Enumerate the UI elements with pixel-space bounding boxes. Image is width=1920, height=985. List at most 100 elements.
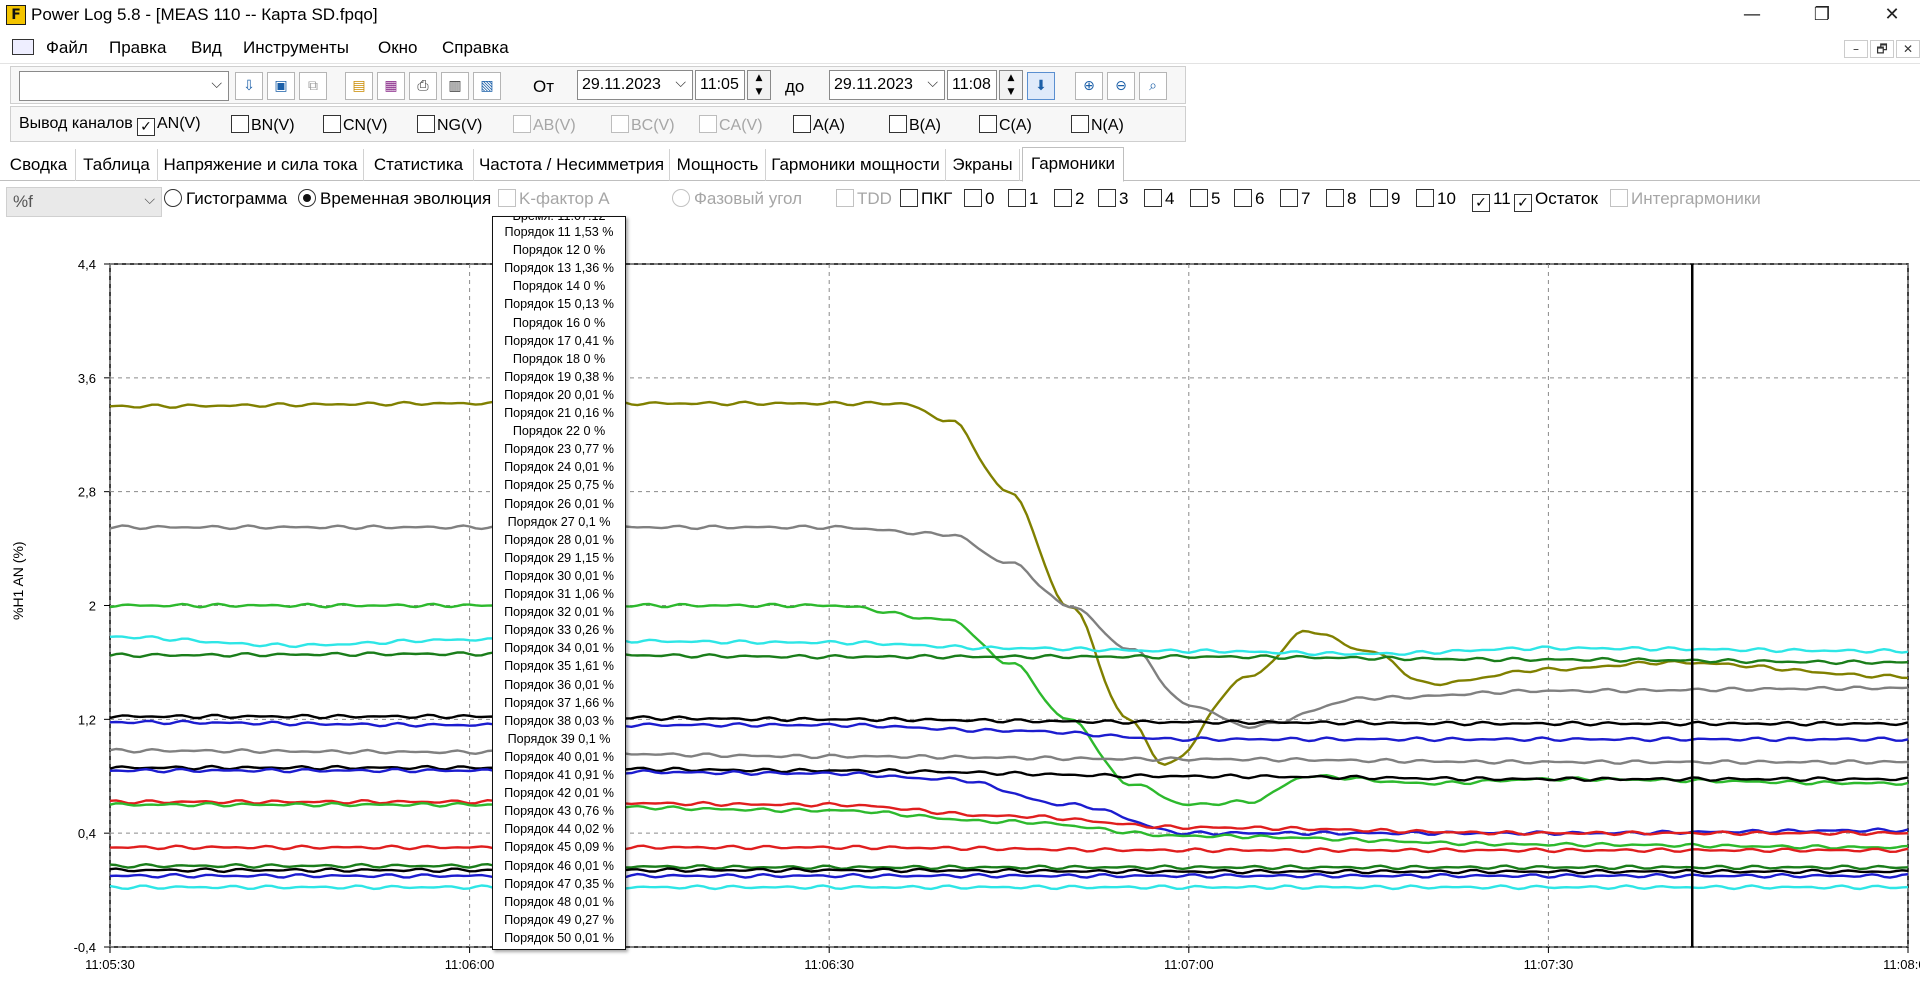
to-time-value: 11:08 xyxy=(952,76,991,93)
maximize-button[interactable]: ❐ xyxy=(1790,0,1854,30)
tooltip-row: Порядок 32 0,01 % xyxy=(504,605,614,620)
to-time-spinner[interactable]: ▲ ▼ xyxy=(999,70,1023,100)
pkg-checkbox[interactable]: ПКГ xyxy=(900,189,952,209)
remainder-checkbox[interactable]: ✓ Остаток xyxy=(1514,189,1598,212)
order-5-checkbox[interactable]: 5 xyxy=(1190,189,1220,209)
order-10-checkbox[interactable]: 10 xyxy=(1416,189,1456,209)
minimize-button[interactable]: — xyxy=(1720,0,1784,30)
order-2-checkbox[interactable]: 2 xyxy=(1054,189,1084,209)
tab-screens[interactable]: Экраны xyxy=(946,149,1020,181)
tab-table[interactable]: Таблица xyxy=(76,149,158,181)
close-button[interactable]: ✕ xyxy=(1860,0,1920,30)
order-7-checkbox[interactable]: 7 xyxy=(1280,189,1310,209)
open-folder-button[interactable]: ▤ xyxy=(345,72,373,100)
tooltip-row: Порядок 40 0,01 % xyxy=(504,749,614,764)
chart-svg[interactable]: 4,4 3,6 2,8 2 1,2 0,4 -0,4 11:05:30 11:06:00 11:0… xyxy=(0,218,1920,980)
checkmark-icon: ✓ xyxy=(137,118,155,136)
open-folder-icon: ▤ xyxy=(352,78,366,94)
menu-window[interactable]: Окно xyxy=(378,38,418,58)
spin-down-icon[interactable]: ▼ xyxy=(756,87,763,97)
channel-combo[interactable]: ⌵ xyxy=(19,71,229,101)
menu-file[interactable]: Файл xyxy=(46,38,88,58)
channel-n-checkbox[interactable]: N(A) xyxy=(1071,115,1124,135)
chevron-down-icon: ⌵ xyxy=(927,74,938,90)
view-tabs: Сводка Таблица Напряжение и сила тока Ст… xyxy=(0,147,1920,182)
zoom-in-button[interactable]: ⊕ xyxy=(1075,72,1103,100)
zoom-out-button[interactable]: ⊖ xyxy=(1107,72,1135,100)
tooltip-row: Порядок 38 0,03 % xyxy=(504,713,614,728)
order-1-checkbox[interactable]: 1 xyxy=(1008,189,1038,209)
mdi-restore-button[interactable]: 🗗 xyxy=(1870,40,1894,58)
tab-summary[interactable]: Сводка xyxy=(2,149,76,181)
order-7-label: 7 xyxy=(1301,189,1311,208)
order-4-checkbox[interactable]: 4 xyxy=(1144,189,1174,209)
save-icon: ▦ xyxy=(384,78,398,94)
channel-cn-checkbox[interactable]: CN(V) xyxy=(323,115,387,135)
channel-bn-checkbox[interactable]: BN(V) xyxy=(231,115,295,135)
tdd-checkbox: TDD xyxy=(836,189,892,209)
time-evolution-radio[interactable]: Временная эволюция xyxy=(298,189,491,209)
spin-down-icon[interactable]: ▼ xyxy=(1008,87,1015,97)
y-tick-label: 2 xyxy=(89,599,96,614)
tab-harmonics[interactable]: Гармоники xyxy=(1022,147,1124,182)
x-tick-label: 11:07:00 xyxy=(1164,957,1214,972)
to-date-picker[interactable]: 29.11.2023 ⌵ xyxy=(829,70,945,100)
series-line xyxy=(109,524,1909,730)
order-11-checkbox[interactable]: ✓ 11 xyxy=(1472,189,1511,212)
to-label: до xyxy=(785,77,805,96)
tab-power-harmonics[interactable]: Гармоники мощности xyxy=(766,149,946,181)
order-9-checkbox[interactable]: 9 xyxy=(1370,189,1400,209)
order-0-label: 0 xyxy=(985,189,995,208)
tooltip-row: Порядок 20 0,01 % xyxy=(504,387,614,402)
order-0-checkbox[interactable]: 0 xyxy=(964,189,994,209)
menu-help[interactable]: Справка xyxy=(442,38,509,58)
spin-up-icon[interactable]: ▲ xyxy=(1008,73,1015,83)
spin-up-icon[interactable]: ▲ xyxy=(756,73,763,83)
tab-statistics[interactable]: Статистика xyxy=(364,149,474,181)
from-time-spinner[interactable]: ▲ ▼ xyxy=(747,70,771,100)
tooltip-row: Порядок 30 0,01 % xyxy=(504,568,614,583)
order-9-label: 9 xyxy=(1391,189,1401,208)
histogram-radio[interactable]: Гистограмма xyxy=(164,189,287,209)
tooltip-row: Порядок 41 0,91 % xyxy=(504,768,614,782)
mdi-minimize-button[interactable]: – xyxy=(1844,40,1868,58)
print-preview-button[interactable]: ▥ xyxy=(441,72,469,100)
order-6-checkbox[interactable]: 6 xyxy=(1234,189,1264,209)
tooltip-row: Порядок 43 0,76 % xyxy=(504,804,614,819)
channel-an-checkbox[interactable]: ✓ AN(V) xyxy=(137,115,201,136)
clipboard-button[interactable]: ▣ xyxy=(267,72,295,100)
mdi-close-button[interactable]: ✕ xyxy=(1896,40,1920,58)
channel-b-checkbox[interactable]: B(A) xyxy=(889,115,941,135)
channel-a-checkbox[interactable]: A(A) xyxy=(793,115,845,135)
save-button[interactable]: ▦ xyxy=(377,72,405,100)
tab-frequency-unbalance[interactable]: Частота / Несимметрия xyxy=(474,149,670,181)
chevron-down-icon: ⌵ xyxy=(211,75,222,91)
to-time-field[interactable]: 11:08 xyxy=(947,70,997,100)
refresh-button[interactable]: ⬇ xyxy=(1027,72,1055,100)
channel-output-bar: Вывод каналов ✓ AN(V) BN(V) CN(V) NG(V) A… xyxy=(10,106,1186,142)
print-button[interactable]: ⎙ xyxy=(409,72,437,100)
tooltip-row: Порядок 16 0 % xyxy=(512,315,606,330)
channel-ng-checkbox[interactable]: NG(V) xyxy=(417,115,482,135)
export-button[interactable]: ▧ xyxy=(473,72,501,100)
order-8-checkbox[interactable]: 8 xyxy=(1326,189,1356,209)
tab-voltage-current[interactable]: Напряжение и сила тока xyxy=(158,149,364,181)
document-icon[interactable] xyxy=(12,39,34,55)
tooltip-row: Порядок 11 1,53 % xyxy=(504,225,614,239)
harmonics-chart[interactable]: 4,4 3,6 2,8 2 1,2 0,4 -0,4 11:05:30 11:06:00 11:0… xyxy=(0,218,1920,980)
from-time-field[interactable]: 11:05 xyxy=(695,70,745,100)
download-button[interactable]: ⇩ xyxy=(235,72,263,100)
x-tick-label: 11:06:30 xyxy=(804,957,854,972)
channel-c-checkbox[interactable]: C(A) xyxy=(979,115,1032,135)
menu-tools[interactable]: Инструменты xyxy=(243,38,349,58)
menu-edit[interactable]: Правка xyxy=(109,38,166,58)
copy-button[interactable]: ⧉ xyxy=(299,72,327,100)
from-date-picker[interactable]: 29.11.2023 ⌵ xyxy=(577,70,693,100)
order-3-checkbox[interactable]: 3 xyxy=(1098,189,1128,209)
zoom-fit-button[interactable]: ⌕ xyxy=(1139,72,1167,100)
tab-power[interactable]: Мощность xyxy=(670,149,766,181)
menu-view[interactable]: Вид xyxy=(191,38,222,58)
checkbox-box xyxy=(1416,189,1434,207)
order-8-label: 8 xyxy=(1347,189,1357,208)
clipboard-icon: ▣ xyxy=(274,78,288,94)
